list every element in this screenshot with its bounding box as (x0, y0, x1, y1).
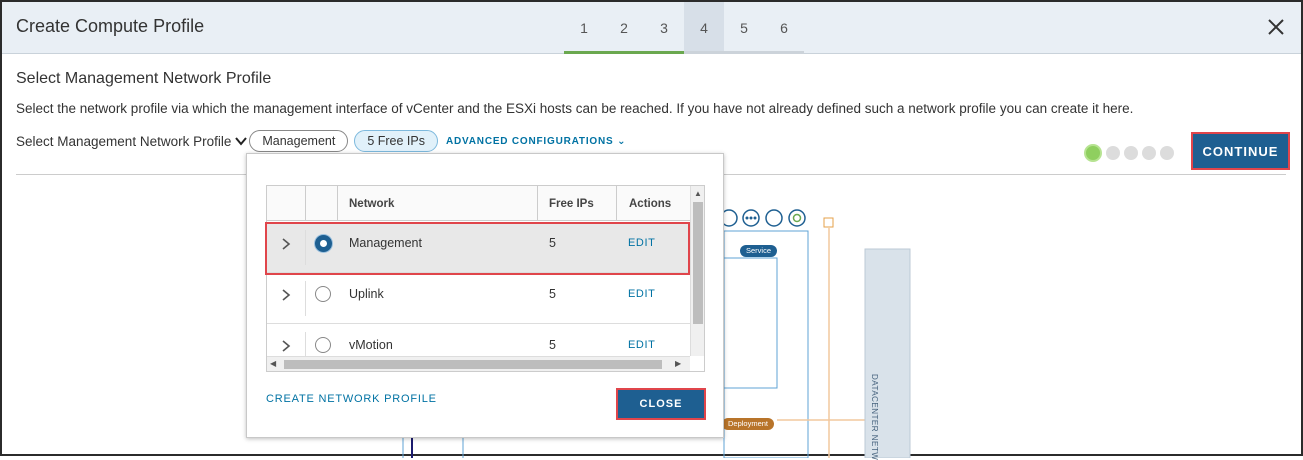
row-radio[interactable] (315, 286, 331, 302)
datacenter-network-label: DATACENTER NETW (870, 374, 879, 460)
row-radio[interactable] (315, 337, 331, 353)
close-button[interactable]: CLOSE (616, 388, 706, 420)
horizontal-scroll-thumb[interactable] (284, 360, 662, 369)
chevron-down-icon: ⌄ (617, 135, 627, 147)
select-label: Select Management Network Profile (16, 133, 232, 149)
step-3[interactable]: 3 (644, 2, 684, 54)
network-profile-popover: Network Free IPs Actions Management 5 ED… (246, 153, 724, 438)
column-header-free-ips[interactable]: Free IPs (549, 198, 594, 210)
vertical-scrollbar[interactable]: ▲ (690, 186, 704, 356)
step-5[interactable]: 5 (724, 2, 764, 54)
chevron-down-icon[interactable] (235, 135, 248, 147)
chevron-right-icon[interactable] (281, 339, 291, 353)
network-grid: Network Free IPs Actions Management 5 ED… (266, 185, 705, 372)
vertical-scroll-thumb[interactable] (693, 202, 703, 324)
progress-dot (1142, 146, 1156, 160)
close-icon[interactable] (1265, 16, 1287, 38)
column-header-network[interactable]: Network (349, 198, 394, 210)
row-radio[interactable] (315, 235, 332, 252)
scroll-up-icon[interactable]: ▲ (694, 189, 702, 198)
step-indicator: 1 2 3 4 5 6 (564, 2, 804, 54)
step-6[interactable]: 6 (764, 2, 804, 54)
create-network-profile-link[interactable]: CREATE NETWORK PROFILE (266, 393, 437, 405)
section-description: Select the network profile via which the… (16, 101, 1134, 116)
row-free-ips: 5 (549, 287, 556, 301)
service-badge: Service (740, 245, 778, 257)
window-title: Create Compute Profile (16, 16, 205, 36)
row-network: vMotion (349, 338, 393, 352)
title-bar: Create Compute Profile 1 2 3 4 5 6 (2, 2, 1301, 54)
row-edit-link[interactable]: EDIT (628, 339, 655, 351)
chevron-right-icon[interactable] (281, 288, 291, 302)
row-free-ips: 5 (549, 236, 556, 250)
section-heading: Select Management Network Profile (16, 70, 272, 87)
table-row[interactable]: Management 5 EDIT (267, 222, 690, 273)
grid-header: Network Free IPs Actions (267, 186, 690, 221)
diagram-icons (720, 209, 806, 227)
scroll-right-icon[interactable]: ▶ (675, 359, 681, 368)
row-network: Uplink (349, 287, 384, 301)
compute-profile-window: Create Compute Profile 1 2 3 4 5 6 Servi… (0, 0, 1303, 460)
progress-dots (1084, 144, 1174, 162)
progress-dot (1160, 146, 1174, 160)
progress-dot (1084, 144, 1102, 162)
step-2[interactable]: 2 (604, 2, 644, 54)
table-row[interactable]: Uplink 5 EDIT (267, 273, 690, 324)
row-edit-link[interactable]: EDIT (628, 288, 655, 300)
row-free-ips: 5 (549, 338, 556, 352)
row-network: Management (349, 236, 422, 250)
column-header-actions: Actions (629, 198, 672, 210)
continue-button[interactable]: CONTINUE (1191, 132, 1290, 170)
selected-profile-pill[interactable]: Management (249, 130, 349, 152)
row-edit-link[interactable]: EDIT (628, 237, 655, 249)
management-profile-select-row: Select Management Network Profile Manage… (16, 130, 626, 152)
free-ips-pill: 5 Free IPs (354, 130, 438, 152)
chevron-right-icon[interactable] (281, 237, 291, 251)
progress-dot (1124, 146, 1138, 160)
scroll-left-icon[interactable]: ◀ (270, 359, 276, 368)
step-4[interactable]: 4 (684, 2, 724, 54)
advanced-configurations-link[interactable]: ADVANCED CONFIGURATIONS ⌄ (446, 136, 626, 147)
step-1[interactable]: 1 (564, 2, 604, 54)
progress-dot (1106, 146, 1120, 160)
horizontal-scrollbar[interactable]: ◀ ▶ (267, 356, 690, 371)
deployment-badge: Deployment (722, 418, 775, 430)
